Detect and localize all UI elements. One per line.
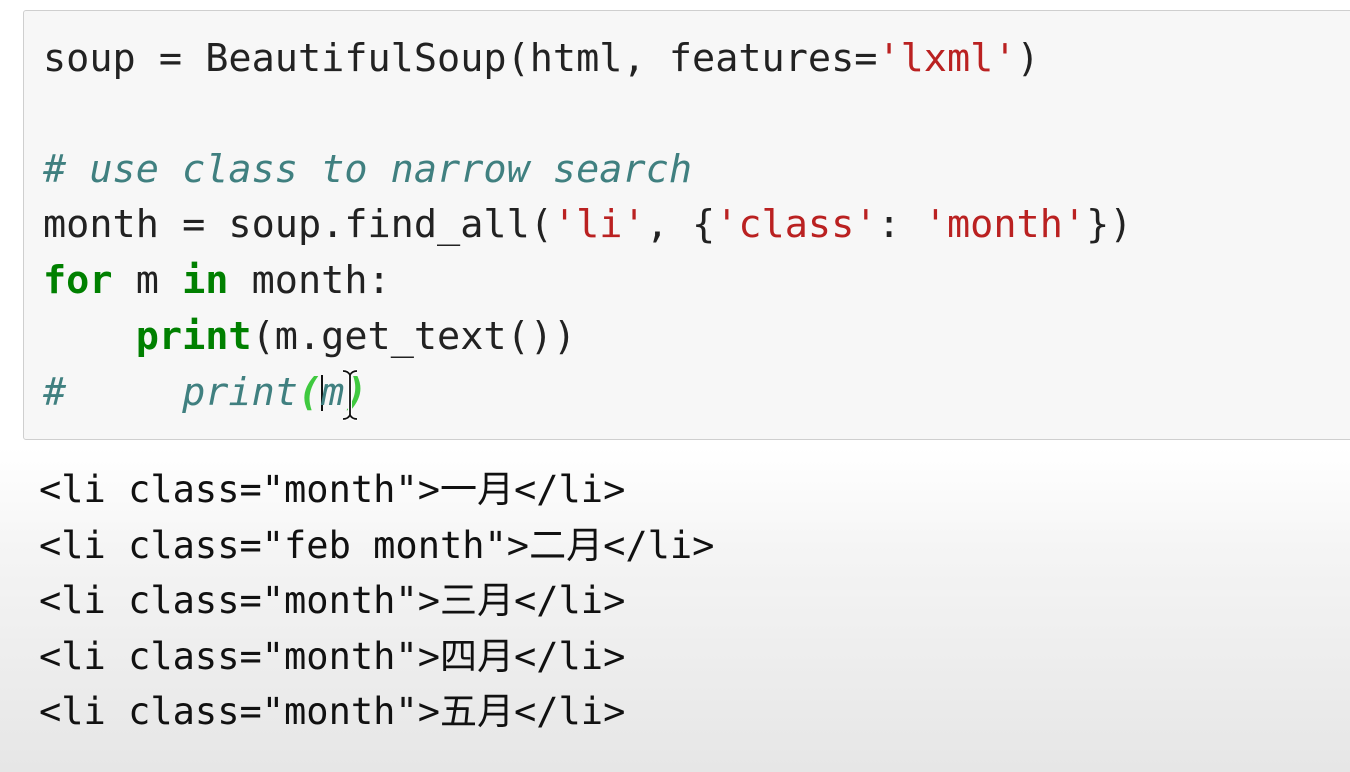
code-text: m (112, 258, 183, 303)
code-text: , { (645, 202, 716, 247)
code-comment: # print (43, 370, 298, 415)
code-text: : (877, 202, 924, 247)
keyword-print: print (135, 314, 252, 359)
code-line-6: print(m.get_text()) (43, 313, 576, 361)
code-cell-input[interactable]: soup = BeautifulSoup(html, features='lxm… (23, 10, 1350, 440)
code-line-3: # use class to narrow search (43, 146, 692, 194)
code-text: ) (1016, 36, 1040, 81)
code-text: month = soup.find_all( (43, 202, 553, 247)
keyword-for: for (43, 258, 113, 303)
keyword-in: in (182, 258, 229, 303)
output-line: <li class="month">四月</li> (39, 635, 626, 678)
code-text: }) (1086, 202, 1133, 247)
output-line: <li class="month">一月</li> (39, 468, 626, 511)
cell-output-area: <li class="month">一月</li> <li class="feb… (0, 440, 1350, 772)
code-comment: # use class to narrow search (43, 147, 693, 192)
code-text: month: (228, 258, 391, 303)
output-line: <li class="feb month">二月</li> (39, 524, 715, 567)
code-line-7: # print(m) (43, 369, 368, 417)
text-ibeam-cursor-icon (342, 369, 358, 421)
output-line: <li class="month">五月</li> (39, 690, 626, 733)
code-line-4: month = soup.find_all('li', {'class': 'm… (43, 201, 1132, 249)
output-line: <li class="month">三月</li> (39, 579, 626, 622)
code-text: soup = BeautifulSoup(html, features= (43, 36, 878, 81)
code-line-1: soup = BeautifulSoup(html, features='lxm… (43, 35, 1040, 83)
string-literal: 'month' (923, 202, 1087, 247)
string-literal: 'li' (552, 202, 646, 247)
code-line-5: for m in month: (43, 257, 391, 305)
code-text: (m.get_text()) (251, 314, 577, 359)
string-literal: 'lxml' (877, 36, 1017, 81)
matched-paren-open: ( (297, 370, 322, 415)
string-literal: 'class' (715, 202, 878, 247)
